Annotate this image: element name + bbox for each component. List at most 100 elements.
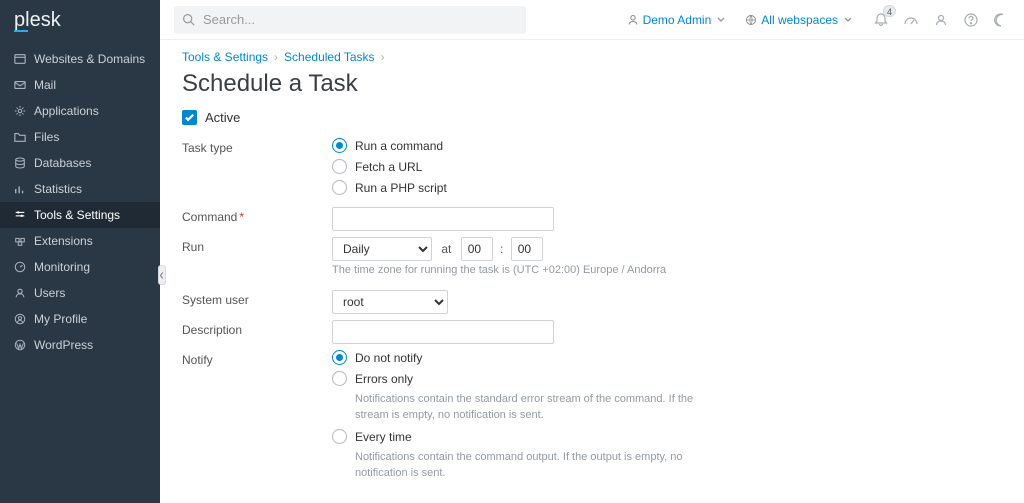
user-icon (933, 12, 949, 28)
chevron-left-icon (159, 271, 165, 280)
sidebar-nav: Websites & Domains Mail Applications Files D… (0, 40, 160, 358)
notify-every-label: Every time (355, 430, 412, 444)
window-icon (14, 53, 26, 65)
sidebar-item-label: Databases (34, 156, 91, 170)
subscriptions-menu[interactable]: All webspaces (739, 6, 858, 34)
run-time-sep: : (500, 242, 503, 256)
user-icon (14, 287, 26, 299)
brand-text: plesk (14, 9, 61, 32)
check-icon (184, 112, 195, 123)
search-input[interactable] (201, 11, 518, 28)
content: Tools & Settings › Scheduled Tasks › Sch… (160, 40, 1024, 503)
wordpress-icon (14, 339, 26, 351)
command-input[interactable] (332, 207, 554, 231)
brand-accent (14, 30, 28, 32)
sidebar-item-label: Mail (34, 78, 56, 92)
sidebar-item-statistics[interactable]: Statistics (0, 176, 160, 202)
sidebar-item-label: Applications (34, 104, 99, 118)
sidebar-collapse-handle[interactable] (158, 265, 166, 285)
sidebar-item-label: Users (34, 286, 65, 300)
breadcrumb-scheduled[interactable]: Scheduled Tasks (284, 50, 375, 64)
task-type-label: Task type (182, 138, 332, 155)
main-area: Demo Admin All webspaces 4 (160, 0, 1024, 503)
chevron-down-icon (717, 16, 725, 24)
run-minute-input[interactable] (511, 237, 543, 261)
profile-icon (14, 313, 26, 325)
sidebar-item-my-profile[interactable]: My Profile (0, 306, 160, 332)
mail-icon (14, 79, 26, 91)
sidebar-item-extensions[interactable]: Extensions (0, 228, 160, 254)
subs-label: All webspaces (761, 13, 838, 27)
run-frequency-select[interactable]: Daily (332, 237, 432, 261)
monitor-icon (14, 261, 26, 273)
active-checkbox[interactable] (182, 110, 197, 125)
sidebar-item-websites-domains[interactable]: Websites & Domains (0, 46, 160, 72)
breadcrumb-tools[interactable]: Tools & Settings (182, 50, 268, 64)
window-icon (14, 53, 26, 65)
sidebar-item-label: WordPress (34, 338, 93, 352)
sidebar-item-wordpress[interactable]: WordPress (0, 332, 160, 358)
sidebar-item-label: Files (34, 130, 59, 144)
breadcrumb-sep: › (274, 50, 278, 64)
sliders-icon (14, 209, 26, 221)
page-title: Schedule a Task (182, 70, 1002, 98)
sidebar-item-label: Monitoring (34, 260, 90, 274)
sidebar-item-monitoring[interactable]: Monitoring (0, 254, 160, 280)
notify-errors-label: Errors only (355, 372, 413, 386)
gauge-icon (903, 12, 919, 28)
notify-every-radio[interactable] (332, 429, 347, 444)
description-label: Description (182, 320, 332, 337)
run-hour-input[interactable] (461, 237, 493, 261)
wordpress-icon (14, 339, 26, 351)
sidebar-item-label: Websites & Domains (34, 52, 145, 66)
puzzle-icon (14, 235, 26, 247)
stats-icon (14, 183, 26, 195)
topbar: Demo Admin All webspaces 4 (160, 0, 1024, 40)
task-type-command-label: Run a command (355, 139, 443, 153)
notif-badge: 4 (883, 5, 896, 17)
sidebar-item-label: My Profile (34, 312, 87, 326)
sidebar-item-users[interactable]: Users (0, 280, 160, 306)
required-star: * (239, 210, 244, 224)
monitor-icon (14, 261, 26, 273)
task-type-url-radio[interactable] (332, 159, 347, 174)
breadcrumb: Tools & Settings › Scheduled Tasks › (182, 50, 1002, 64)
description-input[interactable] (332, 320, 554, 344)
admin-menu[interactable]: Demo Admin (621, 6, 732, 34)
command-label: Command (182, 210, 237, 224)
sidebar-item-label: Statistics (34, 182, 82, 196)
notifications-button[interactable]: 4 (872, 11, 890, 29)
brand-logo[interactable]: plesk (0, 0, 160, 40)
help-button[interactable] (962, 11, 980, 29)
database-icon (14, 157, 26, 169)
puzzle-icon (14, 235, 26, 247)
sidebar-item-files[interactable]: Files (0, 124, 160, 150)
run-tz-note: The time zone for running the task is (U… (332, 263, 702, 278)
speed-button[interactable] (902, 11, 920, 29)
sidebar-item-tools-settings[interactable]: Tools & Settings (0, 202, 160, 228)
database-icon (14, 157, 26, 169)
sidebar: plesk Websites & Domains Mail Applications… (0, 0, 160, 503)
notify-errors-help: Notifications contain the standard error… (355, 392, 725, 423)
breadcrumb-sep: › (381, 50, 385, 64)
user-icon (627, 14, 639, 26)
folder-icon (14, 131, 26, 143)
stats-icon (14, 183, 26, 195)
sidebar-item-label: Tools & Settings (34, 208, 120, 222)
task-type-php-radio[interactable] (332, 180, 347, 195)
sidebar-item-mail[interactable]: Mail (0, 72, 160, 98)
system-user-label: System user (182, 290, 332, 307)
notify-errors-radio[interactable] (332, 371, 347, 386)
search-box[interactable] (174, 6, 526, 34)
profile-icon (14, 313, 26, 325)
theme-button[interactable] (992, 11, 1010, 29)
notify-none-radio[interactable] (332, 350, 347, 365)
mail-icon (14, 79, 26, 91)
account-button[interactable] (932, 11, 950, 29)
task-type-command-radio[interactable] (332, 138, 347, 153)
sliders-icon (14, 209, 26, 221)
sidebar-item-applications[interactable]: Applications (0, 98, 160, 124)
system-user-select[interactable]: root (332, 290, 448, 314)
gear-icon (14, 105, 26, 117)
sidebar-item-databases[interactable]: Databases (0, 150, 160, 176)
